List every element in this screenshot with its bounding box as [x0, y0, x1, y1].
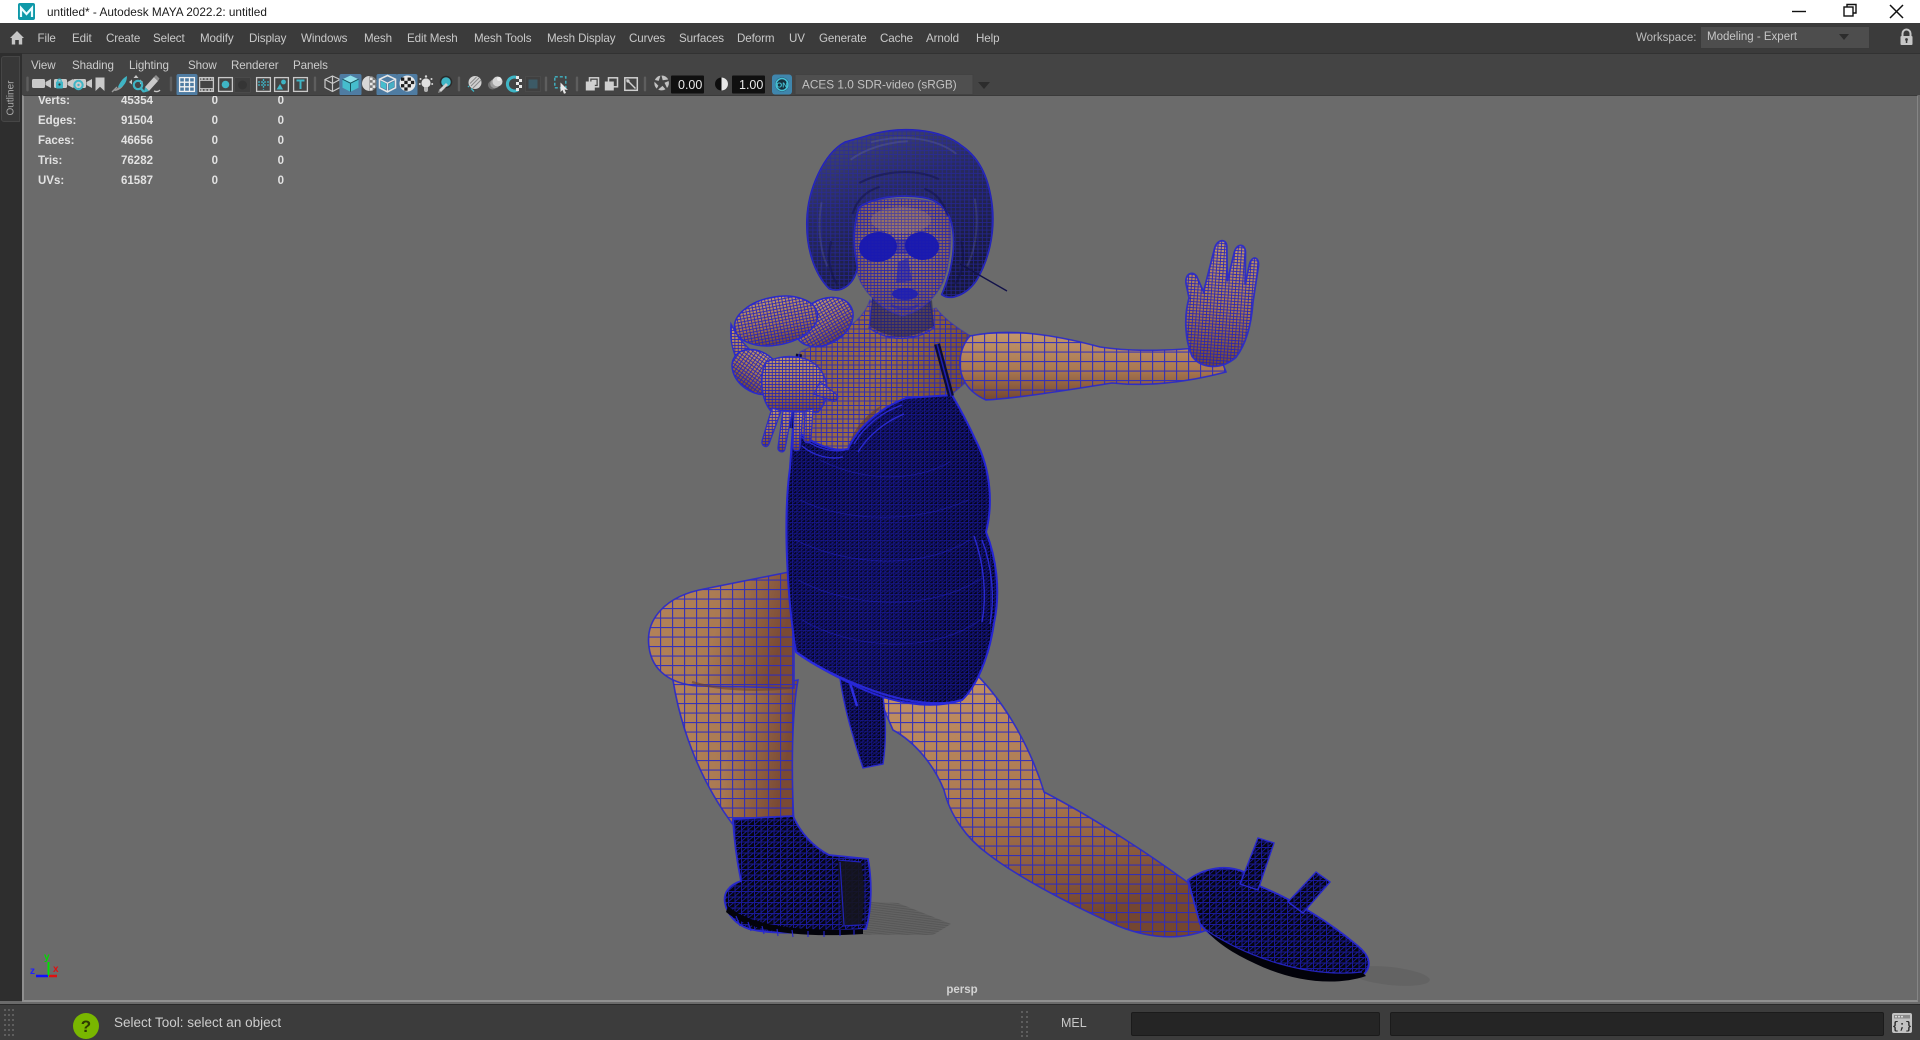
svg-text:ON: ON — [776, 81, 787, 90]
svg-text:{;}: {;} — [1892, 1021, 1912, 1033]
svg-text:ACES 1.0 SDR-video (sRGB): ACES 1.0 SDR-video (sRGB) — [802, 78, 957, 92]
svg-text:1.00: 1.00 — [739, 78, 763, 92]
svg-text:0.00: 0.00 — [678, 78, 702, 92]
svg-text:?: ? — [81, 1017, 91, 1036]
